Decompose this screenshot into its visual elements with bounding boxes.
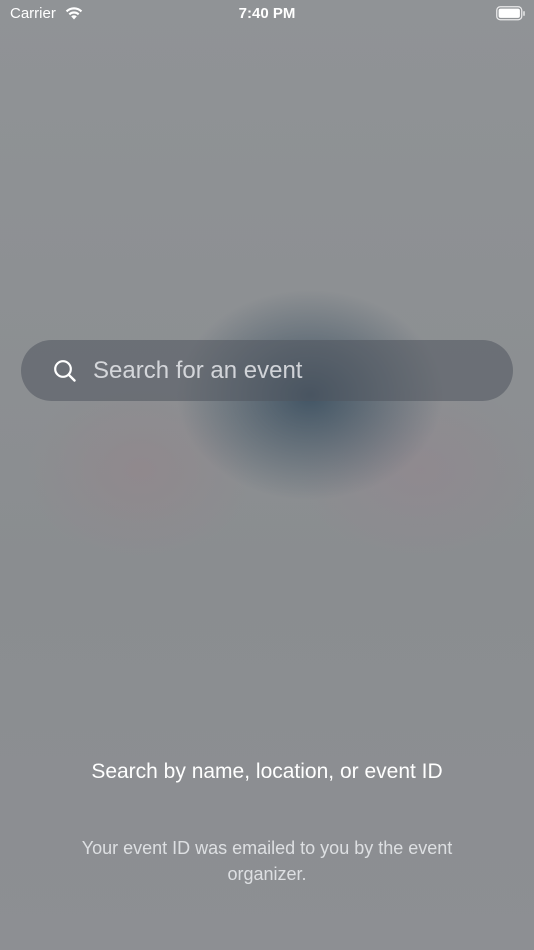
hint-subtitle: Your event ID was emailed to you by the … [81,838,453,884]
search-input[interactable] [93,356,473,385]
blurred-background [0,0,534,950]
clock: 7:40 PM [238,5,296,22]
search-icon [54,359,76,382]
search-bar[interactable] [21,340,513,401]
battery-icon [496,6,525,21]
status-bar: Carrier 7:40 PM [0,0,534,30]
hint-title: Search by name, location, or event ID [91,760,443,783]
